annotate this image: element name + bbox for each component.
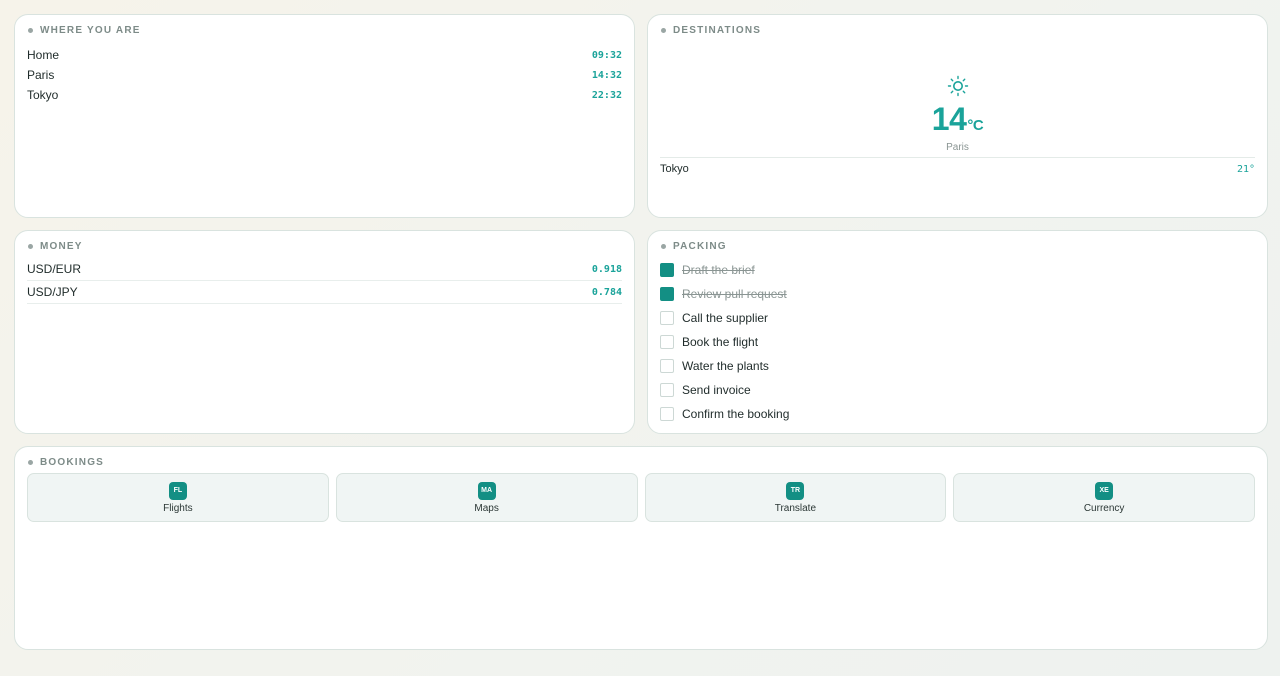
maps-icon: MA bbox=[477, 481, 496, 500]
clock-city: Tokyo bbox=[27, 88, 59, 102]
bookings-title: BOOKINGS bbox=[28, 457, 104, 468]
packing-title: PACKING bbox=[661, 241, 727, 252]
title-dot bbox=[28, 28, 33, 33]
translate-icon: TR bbox=[786, 481, 805, 500]
clock-time: 09:32 bbox=[591, 49, 622, 61]
destinations-title: DESTINATIONS bbox=[661, 25, 761, 36]
checklist-item-label: Draft the brief bbox=[682, 263, 755, 277]
booking-tile-currency[interactable]: XE Currency bbox=[953, 473, 1255, 522]
booking-tile-label: Flights bbox=[163, 502, 193, 514]
weather-city: Paris bbox=[946, 142, 969, 153]
temperature-unit: °C bbox=[967, 117, 984, 134]
destination-city: Tokyo bbox=[660, 163, 689, 175]
fx-rate: 0.918 bbox=[591, 263, 622, 275]
temperature-value: 14 bbox=[931, 101, 967, 137]
checklist-item: Book the flight bbox=[660, 330, 1255, 354]
checklist-item-label: Call the supplier bbox=[682, 311, 769, 325]
booking-tile-flights[interactable]: FL Flights bbox=[27, 473, 329, 522]
bookings-grid: FL Flights MA Maps TR Translate XE Curre… bbox=[27, 473, 1255, 522]
fx-row: USD/JPY 0.784 bbox=[27, 281, 622, 304]
booking-tile-translate[interactable]: TR Translate bbox=[644, 473, 947, 522]
title-dot bbox=[661, 244, 666, 249]
clock-city: Home bbox=[27, 48, 60, 62]
clock-row: Paris 14:32 bbox=[27, 65, 622, 85]
packing-card: PACKING Draft the brief Review pull requ… bbox=[647, 230, 1268, 434]
divider bbox=[660, 157, 1255, 158]
clock-list: Home 09:32 Paris 14:32 Tokyo 22:32 bbox=[27, 45, 622, 105]
clock-row: Home 09:32 bbox=[27, 45, 622, 65]
fx-list: USD/EUR 0.918 USD/JPY 0.784 bbox=[27, 258, 622, 304]
fx-pair: USD/JPY bbox=[27, 285, 78, 299]
world-clock-card: WHERE YOU ARE Home 09:32 Paris 14:32 Tok… bbox=[14, 14, 635, 218]
booking-tile-label: Maps bbox=[474, 502, 499, 514]
checklist-item: Review pull request bbox=[660, 282, 1255, 306]
flights-icon: FL bbox=[168, 481, 187, 500]
title-dot bbox=[28, 460, 33, 465]
checklist-item: Draft the brief bbox=[660, 258, 1255, 282]
fx-pair: USD/EUR bbox=[27, 262, 82, 276]
checkbox[interactable] bbox=[660, 359, 674, 373]
checklist-item: Water the plants bbox=[660, 354, 1255, 378]
money-card: MONEY USD/EUR 0.918 USD/JPY 0.784 bbox=[14, 230, 635, 434]
checkbox[interactable] bbox=[660, 287, 674, 301]
clock-time: 14:32 bbox=[591, 69, 622, 81]
clock-city: Paris bbox=[27, 68, 55, 82]
booking-tile-maps[interactable]: MA Maps bbox=[335, 473, 638, 522]
clock-row: Tokyo 22:32 bbox=[27, 85, 622, 105]
checklist-item-label: Confirm the booking bbox=[682, 407, 790, 421]
checkbox[interactable] bbox=[660, 335, 674, 349]
checklist-item-label: Book the flight bbox=[682, 335, 759, 349]
title-dot bbox=[28, 244, 33, 249]
destination-temp: 21° bbox=[1236, 163, 1255, 175]
sun-icon bbox=[947, 75, 969, 97]
checklist-item: Call the supplier bbox=[660, 306, 1255, 330]
checkbox[interactable] bbox=[660, 407, 674, 421]
clock-time: 22:32 bbox=[591, 89, 622, 101]
checklist-item-label: Send invoice bbox=[682, 383, 751, 397]
packing-list: Draft the brief Review pull request Call… bbox=[660, 258, 1255, 426]
money-title: MONEY bbox=[28, 241, 83, 252]
booking-tile-label: Currency bbox=[1083, 502, 1125, 514]
current-temperature: 14°C bbox=[648, 101, 1267, 138]
destinations-card: DESTINATIONS 14°C Paris Tokyo 21° bbox=[647, 14, 1268, 218]
checkbox[interactable] bbox=[660, 311, 674, 325]
destination-row[interactable]: Tokyo 21° bbox=[660, 161, 1255, 177]
currency-icon: XE bbox=[1095, 481, 1114, 500]
booking-tile-label: Translate bbox=[774, 502, 817, 514]
checkbox[interactable] bbox=[660, 383, 674, 397]
checklist-item: Confirm the booking bbox=[660, 402, 1255, 426]
world-clock-title: WHERE YOU ARE bbox=[28, 25, 141, 36]
checklist-item-label: Water the plants bbox=[682, 359, 769, 373]
bookings-card: BOOKINGS FL Flights MA Maps TR Translate… bbox=[14, 446, 1268, 650]
fx-rate: 0.784 bbox=[591, 286, 622, 298]
checklist-item: Send invoice bbox=[660, 378, 1255, 402]
checkbox[interactable] bbox=[660, 263, 674, 277]
title-dot bbox=[661, 28, 666, 33]
checklist-item-label: Review pull request bbox=[682, 287, 787, 301]
fx-row: USD/EUR 0.918 bbox=[27, 258, 622, 281]
